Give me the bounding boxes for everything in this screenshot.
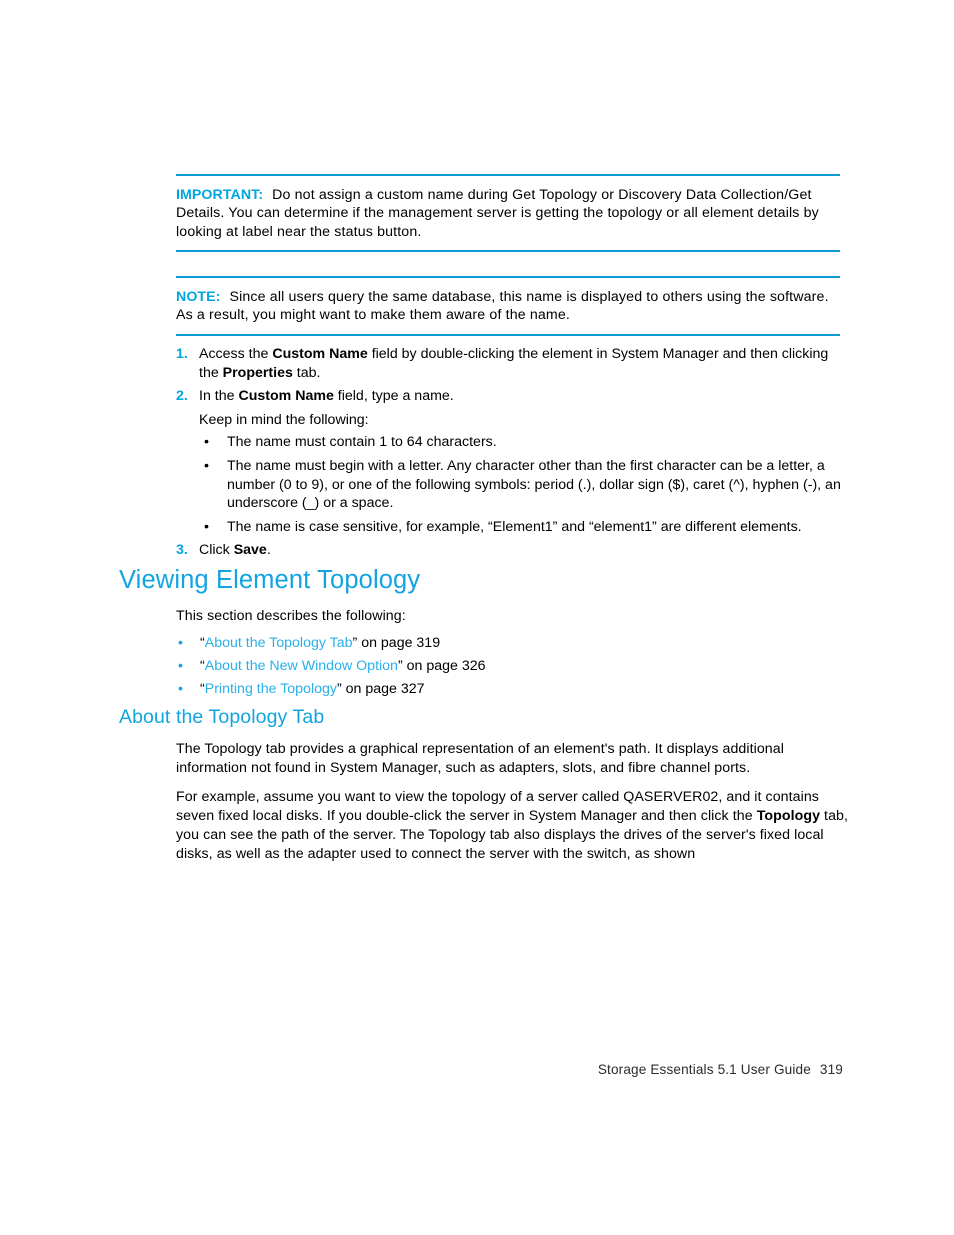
note-label: NOTE:	[176, 289, 221, 305]
step-number: 3.	[176, 542, 188, 559]
page-title: Viewing Element Topology	[119, 566, 421, 594]
emphasis-text: Custom Name	[238, 388, 334, 405]
run-text: .	[266, 542, 271, 559]
xref-page-suffix: on page 319	[357, 635, 441, 651]
bullet-icon: •	[204, 518, 209, 535]
run-text: tab.	[292, 364, 321, 381]
step-number: 2.	[176, 388, 188, 405]
body-paragraph-1: The Topology tab provides a graphical re…	[176, 741, 784, 776]
run-text: Access the	[199, 346, 273, 362]
bullet-text: The name must begin with a letter. Any c…	[227, 457, 841, 512]
bullet-icon: •	[178, 681, 183, 697]
step-sub-intro: Keep in mind the following:	[199, 411, 369, 428]
bullet-text: The name is case sensitive, for example,…	[227, 518, 802, 535]
note-admonition-body: NOTE: Since all users query the same data…	[176, 278, 840, 334]
bullet-icon: •	[178, 658, 183, 674]
section-heading-about-the-topology-tab: About the Topology Tab	[119, 706, 325, 728]
note-text: Since all users query the same database,…	[176, 289, 829, 324]
xref-link-about-the-topology-tab[interactable]: About the Topology Tab	[205, 635, 353, 651]
emphasis-text: Save	[233, 542, 267, 559]
step-text: Click Save.	[199, 542, 271, 558]
footer-guide-title: Storage Essentials 5.1 User Guide	[597, 1062, 811, 1077]
step-text: In the Custom Name field, type a name.	[199, 388, 454, 404]
list-item[interactable]: • “Printing the Topology” on page 327	[176, 678, 676, 701]
document-page: IMPORTANT: Do not assign a custom name du…	[0, 0, 954, 1235]
list-item: 1. Access the Custom Name field by doubl…	[176, 345, 848, 382]
bullet-icon: •	[178, 635, 183, 651]
list-item: • The name must begin with a letter. Any…	[203, 457, 848, 513]
note-admonition: NOTE: Since all users query the same data…	[176, 276, 840, 336]
body-paragraph-2: For example, assume you want to view the…	[176, 788, 848, 864]
list-item: 3. Click Save.	[176, 541, 848, 560]
footer-page-number: 319	[819, 1062, 843, 1077]
list-item: • The name must contain 1 to 64 characte…	[203, 433, 848, 452]
important-label: IMPORTANT:	[176, 187, 264, 203]
run-text: field, type a name.	[333, 388, 454, 405]
step-text: Access the Custom Name field by double-c…	[199, 346, 828, 381]
run-text: In the	[199, 388, 239, 405]
admonition-bottom-rule	[176, 249, 840, 252]
note-bottom-rule	[176, 333, 840, 336]
page-footer: Storage Essentials 5.1 User Guide 319	[0, 1062, 843, 1077]
list-item[interactable]: • “About the New Window Option” on page 3…	[176, 655, 676, 678]
important-text: Do not assign a custom name during Get T…	[176, 187, 819, 240]
list-item: 2. In the Custom Name field, type a name…	[176, 387, 848, 406]
step-bullet-list: • The name must contain 1 to 64 characte…	[176, 433, 848, 536]
cross-reference-list: • “About the Topology Tab” on page 319 • “…	[176, 632, 676, 701]
emphasis-text: Properties	[222, 364, 293, 381]
bullet-icon: •	[204, 434, 209, 451]
emphasis-text: Custom Name	[272, 346, 368, 362]
xref-link-about-the-new-window-option[interactable]: About the New Window Option	[205, 658, 398, 674]
bullet-icon: •	[204, 457, 209, 474]
important-admonition-body: IMPORTANT: Do not assign a custom name du…	[176, 176, 840, 250]
xref-page-suffix: on page 327	[341, 681, 425, 697]
procedure-steps: 1. Access the Custom Name field by doubl…	[176, 345, 848, 565]
section-intro-paragraph: This section describes the following:	[176, 608, 406, 624]
step-number: 1.	[176, 346, 188, 362]
important-admonition: IMPORTANT: Do not assign a custom name du…	[176, 174, 840, 252]
xref-link-printing-the-topology[interactable]: Printing the Topology	[205, 681, 337, 697]
xref-page-suffix: on page 326	[402, 658, 486, 674]
run-text: Click	[199, 542, 234, 559]
run-text: For example, assume you want to view the…	[176, 789, 819, 824]
bullet-text: The name must contain 1 to 64 characters…	[227, 434, 497, 451]
list-item: • The name is case sensitive, for exampl…	[203, 518, 848, 537]
emphasis-text: Topology	[756, 808, 821, 824]
list-item[interactable]: • “About the Topology Tab” on page 319	[176, 632, 676, 655]
